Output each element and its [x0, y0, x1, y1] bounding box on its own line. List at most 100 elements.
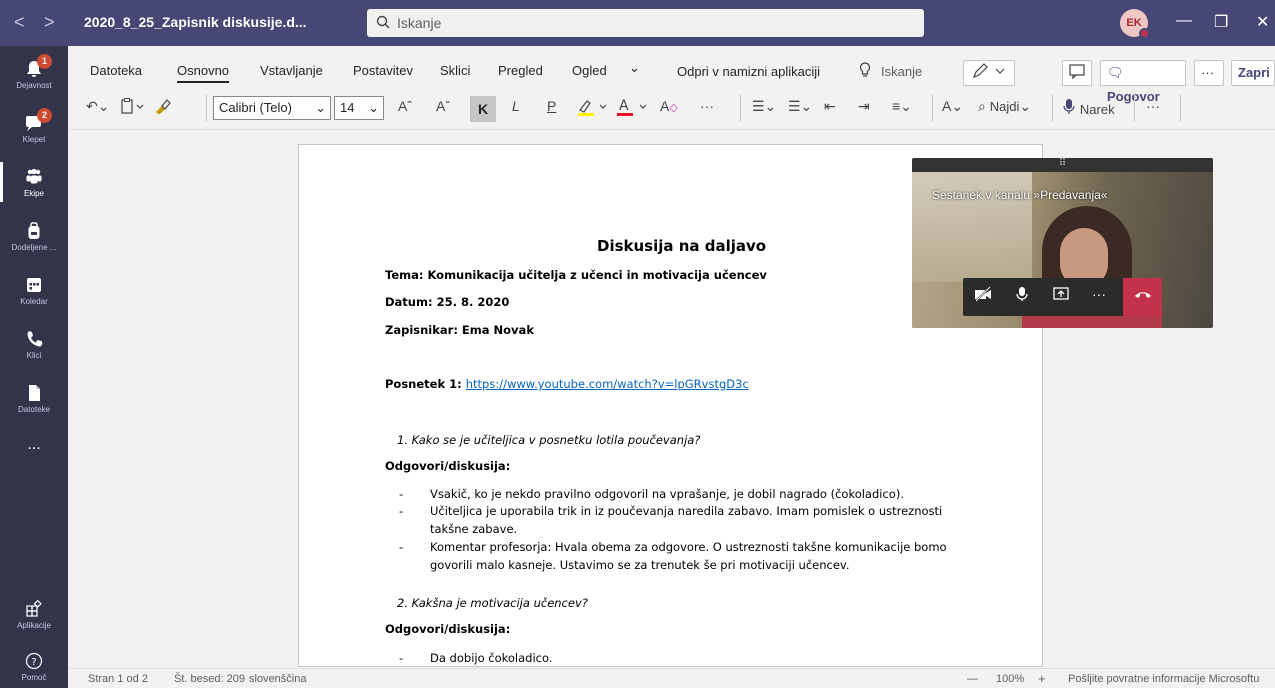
- search-icon: ⌕: [978, 98, 986, 114]
- activity-badge: 1: [37, 54, 52, 69]
- tell-me-search[interactable]: Iskanje: [881, 64, 922, 79]
- rail-item-files[interactable]: Datoteke: [0, 384, 68, 414]
- rail-item-apps[interactable]: Aplikacije: [0, 599, 68, 630]
- highlight-icon[interactable]: [576, 98, 612, 119]
- camera-off-icon[interactable]: [971, 286, 995, 306]
- decrease-indent-icon[interactable]: ⇤: [824, 98, 836, 115]
- italic-button[interactable]: L: [512, 98, 520, 114]
- editing-mode-button[interactable]: [963, 60, 1015, 86]
- document-recorder: Zapisnikar: Ema Novak: [385, 323, 534, 337]
- chat-icon: 2: [24, 108, 52, 132]
- hang-up-icon[interactable]: [1123, 278, 1162, 316]
- meeting-window[interactable]: ⠿ Sestanek v kanalu »Predavanja« ···: [912, 158, 1213, 328]
- rail-item-chat[interactable]: 2 Klepet: [0, 108, 68, 144]
- phone-icon: [24, 330, 44, 348]
- find-label: Najdi: [989, 99, 1020, 114]
- forward-button[interactable]: >: [44, 12, 55, 33]
- answer-line: takšne zabave.: [430, 522, 518, 536]
- rail-item-help[interactable]: ? Pomoč: [0, 652, 68, 682]
- search-input[interactable]: Iskanje: [367, 9, 924, 37]
- document-topic: Tema: Komunikacija učitelja z učenci in …: [385, 268, 767, 282]
- toolbar-separator: [1134, 94, 1135, 122]
- share-screen-icon[interactable]: [1049, 286, 1073, 306]
- styles-icon[interactable]: A⌄: [942, 98, 963, 115]
- rail-item-label: Klici: [26, 351, 42, 360]
- undo-icon[interactable]: ↶⌄: [86, 98, 109, 115]
- minimize-button[interactable]: —: [1176, 12, 1192, 30]
- comment-icon[interactable]: [1062, 60, 1092, 86]
- svg-text:A: A: [619, 98, 629, 114]
- font-size-select[interactable]: 14 ⌄: [334, 96, 384, 120]
- open-desktop-app-button[interactable]: Odpri v namizni aplikaciji: [677, 64, 820, 79]
- tab-insert[interactable]: Vstavljanje: [260, 63, 323, 78]
- backpack-icon: [24, 222, 44, 240]
- word-count: Št. besed: 209: [174, 673, 245, 685]
- toolbar-separator: [932, 94, 933, 122]
- rail-item-teams[interactable]: Ekipe: [0, 162, 68, 202]
- bold-button[interactable]: K: [470, 96, 496, 122]
- rail-more-button[interactable]: ...: [0, 436, 68, 454]
- more-actions-icon[interactable]: ···: [1087, 286, 1111, 302]
- document-date: Datum: 25. 8. 2020: [385, 295, 510, 309]
- rail-item-label: Klepet: [22, 135, 46, 144]
- meeting-controls: ···: [963, 278, 1162, 316]
- tab-layout[interactable]: Postavitev: [353, 63, 413, 78]
- find-button[interactable]: ⌕ Najdi⌄: [978, 98, 1031, 115]
- zoom-out-button[interactable]: —: [967, 673, 978, 685]
- calendar-icon: [24, 276, 44, 294]
- paste-icon[interactable]: [120, 98, 146, 117]
- more-tabs-chevron-icon[interactable]: ⌄: [629, 60, 640, 76]
- tab-references[interactable]: Sklici: [440, 63, 470, 78]
- rail-item-activity[interactable]: 1 Dejavnost: [0, 54, 68, 90]
- file-icon: [24, 384, 44, 402]
- close-document-button[interactable]: Zapri: [1231, 60, 1275, 86]
- shrink-font-button[interactable]: Aˇ: [436, 98, 450, 114]
- avatar-initials: EK: [1126, 17, 1142, 29]
- align-icon[interactable]: ≡⌄: [892, 98, 912, 115]
- conversation-button[interactable]: 🗨 Pogovor: [1100, 60, 1186, 104]
- more-options-button[interactable]: ···: [1194, 60, 1224, 86]
- font-color-icon[interactable]: A: [616, 98, 652, 119]
- answers-heading: Odgovori/diskusija:: [385, 459, 511, 473]
- font-name-select[interactable]: Calibri (Telo) ⌄: [213, 96, 331, 120]
- tab-view[interactable]: Ogled: [572, 63, 607, 78]
- chevron-down-icon: ⌄: [368, 100, 379, 115]
- tab-home[interactable]: Osnovno: [177, 63, 230, 83]
- answer-line: Vsakič, ko je nekdo pravilno odgovoril n…: [430, 487, 904, 501]
- presence-busy-icon: [1139, 28, 1150, 39]
- rail-item-label: Dejavnost: [16, 81, 52, 90]
- bullet-dash: -: [399, 504, 404, 518]
- drag-handle[interactable]: ⠿: [912, 158, 1213, 172]
- restore-button[interactable]: ❐: [1214, 12, 1228, 32]
- tab-review[interactable]: Pregled: [498, 63, 543, 78]
- toolbar-separator: [1180, 94, 1181, 122]
- grow-font-button[interactable]: Aˆ: [398, 98, 412, 114]
- video-link[interactable]: https://www.youtube.com/watch?v=lpGRvstg…: [466, 377, 749, 391]
- tab-file[interactable]: Datoteka: [90, 63, 142, 78]
- increase-indent-icon[interactable]: ⇥: [858, 98, 870, 115]
- close-button[interactable]: ✕: [1256, 12, 1269, 32]
- format-painter-icon[interactable]: [154, 98, 172, 117]
- bullets-icon[interactable]: ☰⌄: [752, 98, 776, 115]
- rail-item-label: Pomoč: [21, 673, 47, 682]
- numbering-icon[interactable]: ☰⌄: [788, 98, 812, 115]
- rail-item-assignments[interactable]: Dodeljene ...: [0, 222, 68, 252]
- answer-line: govorili malo kasneje. Ustavimo se za tr…: [430, 558, 850, 572]
- dictate-button[interactable]: Narek: [1062, 98, 1115, 117]
- svg-text:?: ?: [31, 657, 36, 668]
- language[interactable]: slovenščina: [249, 673, 306, 685]
- underline-button[interactable]: P: [547, 98, 556, 114]
- help-icon: ?: [24, 652, 44, 670]
- clear-formatting-icon[interactable]: A◇: [660, 98, 678, 114]
- font-name-value: Calibri (Telo): [219, 100, 292, 115]
- zoom-in-button[interactable]: +: [1038, 671, 1046, 686]
- back-button[interactable]: <: [14, 12, 25, 33]
- status-bar: Stran 1 od 2 Št. besed: 209 slovenščina …: [68, 668, 1275, 688]
- feedback-link[interactable]: Pošljite povratne informacije Microsoftu: [1068, 673, 1259, 685]
- rail-item-calendar[interactable]: Koledar: [0, 276, 68, 306]
- more-font-options-button[interactable]: ···: [700, 98, 714, 114]
- rail-item-calls[interactable]: Klici: [0, 330, 68, 360]
- microphone-icon[interactable]: [1010, 286, 1034, 306]
- more-commands-button[interactable]: ···: [1146, 98, 1160, 114]
- avatar[interactable]: EK: [1120, 9, 1150, 39]
